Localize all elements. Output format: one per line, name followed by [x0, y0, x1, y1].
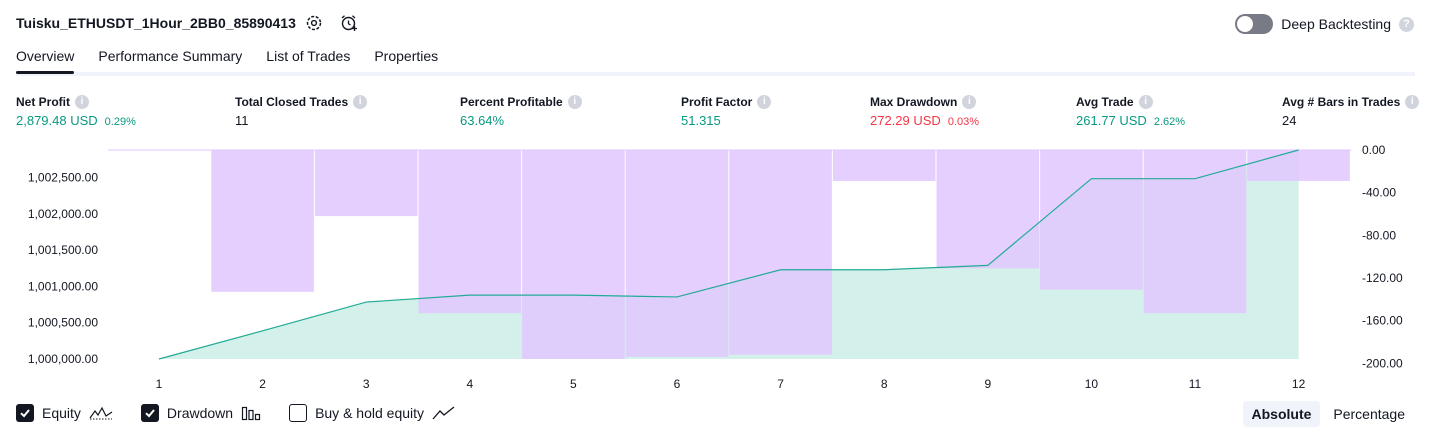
deep-backtesting-toggle[interactable]: [1235, 14, 1274, 34]
display-mode-toggle: Absolute Percentage: [1242, 401, 1415, 427]
x-axis-tick-label: 7: [777, 377, 784, 391]
drawdown-bar: [625, 150, 729, 357]
stat-profit-factor: Profit Factor i 51.315: [681, 93, 772, 128]
stat-label: Total Closed Trades: [235, 94, 349, 109]
info-icon[interactable]: i: [353, 94, 368, 109]
stat-label: Net Profit: [16, 94, 70, 109]
drawdown-bar: [1247, 150, 1350, 181]
right-axis-tick-label: -80.00: [1362, 228, 1396, 242]
tab-performance-summary[interactable]: Performance Summary: [98, 48, 242, 72]
tab-list-of-trades[interactable]: List of Trades: [266, 48, 350, 72]
deep-backtesting-label: Deep Backtesting: [1281, 16, 1391, 32]
x-axis-tick-label: 11: [1189, 377, 1202, 391]
stat-avg-bars: Avg # Bars in Trades i 24: [1282, 93, 1420, 128]
help-icon[interactable]: ?: [1399, 16, 1414, 32]
x-axis-tick-label: 10: [1085, 377, 1099, 391]
right-axis-tick-label: -40.00: [1362, 186, 1396, 200]
stat-label: Avg Trade: [1076, 94, 1134, 109]
x-axis-tick-label: 9: [984, 377, 991, 391]
stat-total-closed-trades: Total Closed Trades i 11: [235, 93, 368, 128]
left-axis-tick-label: 1,000,500.00: [28, 316, 98, 330]
legend-drawdown[interactable]: Drawdown: [140, 404, 261, 422]
legend-buy-hold[interactable]: Buy & hold equity: [289, 404, 456, 422]
tab-overview[interactable]: Overview: [16, 48, 75, 74]
drawdown-checkbox[interactable]: [140, 404, 159, 422]
percentage-button[interactable]: Percentage: [1324, 401, 1414, 427]
left-axis-tick-label: 1,001,500.00: [28, 243, 98, 257]
x-axis-tick-label: 5: [570, 377, 577, 391]
info-icon[interactable]: i: [1138, 94, 1153, 109]
stat-label: Percent Profitable: [460, 94, 563, 109]
stat-label: Max Drawdown: [870, 94, 958, 109]
drawdown-bar: [729, 150, 832, 355]
right-axis-tick-label: 0.00: [1362, 143, 1386, 157]
equity-drawdown-chart[interactable]: 1,000,000.00 1,000,500.00 1,001,000.00 1,00…: [0, 140, 1431, 398]
right-axis-tick-label: -200.00: [1362, 356, 1403, 370]
info-icon[interactable]: i: [1405, 94, 1420, 109]
stat-percent: 2.62%: [1153, 116, 1186, 128]
tab-properties[interactable]: Properties: [374, 48, 438, 72]
bars-icon: [241, 405, 261, 421]
left-axis-tick-label: 1,002,500.00: [28, 171, 98, 185]
drawdown-bar: [1040, 150, 1143, 290]
left-axis-tick-label: 1,000,000.00: [28, 352, 98, 366]
info-icon[interactable]: i: [962, 94, 977, 109]
gear-icon[interactable]: [304, 13, 324, 33]
stat-percent: 0.29%: [104, 116, 136, 128]
drawdown-bar: [1143, 150, 1247, 314]
stat-percent: 0.03%: [947, 116, 980, 128]
x-axis-tick-label: 8: [881, 377, 888, 391]
info-icon[interactable]: i: [567, 94, 582, 109]
stat-value: 51.315: [681, 113, 721, 128]
x-axis-tick-label: 1: [156, 377, 163, 391]
drawdown-bar: [522, 150, 625, 359]
stat-value: 63.64%: [460, 113, 505, 128]
stat-max-drawdown: Max Drawdown i 272.29 USD 0.03%: [870, 93, 979, 128]
legend-drawdown-label: Drawdown: [166, 405, 234, 421]
legend-equity[interactable]: Equity: [16, 404, 113, 422]
alarm-add-icon[interactable]: [339, 13, 359, 33]
stat-value: 261.77 USD: [1076, 113, 1147, 128]
x-axis-tick-label: 12: [1292, 377, 1306, 391]
right-axis-tick-label: -160.00: [1362, 314, 1403, 328]
stat-label: Profit Factor: [681, 94, 753, 109]
stat-label: Avg # Bars in Trades: [1282, 94, 1401, 109]
stat-value: 2,879.48 USD: [16, 113, 98, 128]
equity-line-icon: [89, 405, 113, 421]
stat-percent-profitable: Percent Profitable i 63.64%: [460, 93, 582, 128]
stat-avg-trade: Avg Trade i 261.77 USD 2.62%: [1076, 93, 1185, 128]
stat-value: 24: [1282, 113, 1297, 128]
strategy-title: Tuisku_ETHUSDT_1Hour_2BB0_85890413: [16, 15, 296, 31]
legend-equity-label: Equity: [42, 405, 81, 421]
info-icon[interactable]: i: [75, 94, 89, 109]
drawdown-bar: [211, 150, 314, 292]
drawdown-bar: [936, 150, 1040, 269]
stat-net-profit: Net Profit i 2,879.48 USD 0.29%: [16, 93, 136, 128]
drawdown-bar: [832, 150, 936, 181]
left-axis-tick-label: 1,001,000.00: [28, 279, 98, 293]
drawdown-bar: [418, 150, 522, 314]
absolute-button[interactable]: Absolute: [1242, 401, 1321, 427]
stat-value: 11: [235, 113, 249, 128]
left-axis-tick-label: 1,002,000.00: [28, 207, 98, 221]
x-axis-tick-label: 6: [674, 377, 681, 391]
info-icon[interactable]: i: [757, 94, 772, 109]
x-axis-tick-label: 4: [466, 377, 473, 391]
deep-backtesting: Deep Backtesting ?: [1235, 14, 1414, 34]
tab-bar: Overview Performance Summary List of Tra…: [16, 48, 438, 74]
x-axis-tick-label: 3: [363, 377, 370, 391]
buy-hold-checkbox[interactable]: [289, 404, 308, 422]
trend-line-icon: [432, 405, 456, 421]
right-axis-tick-label: -120.00: [1362, 271, 1403, 285]
stat-value: 272.29 USD: [870, 113, 941, 128]
chart-legend: Equity Drawdown Buy & hold equity: [16, 404, 484, 422]
drawdown-bar: [314, 150, 418, 217]
equity-checkbox[interactable]: [16, 404, 34, 422]
tabs-divider: [16, 72, 1415, 76]
x-axis-tick-label: 2: [259, 377, 266, 391]
legend-buy-hold-label: Buy & hold equity: [315, 405, 425, 421]
